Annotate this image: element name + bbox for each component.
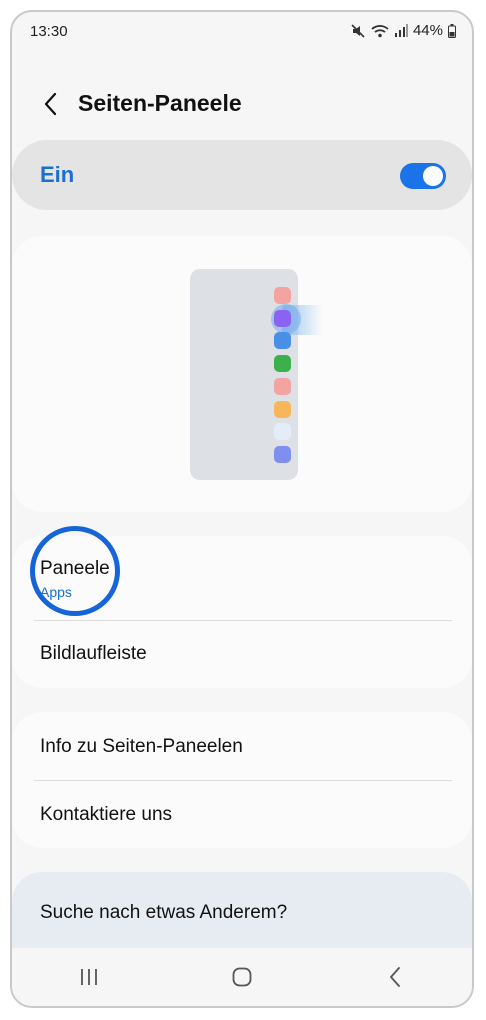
back-button[interactable] — [34, 88, 66, 120]
panels-subtitle: Apps — [40, 584, 72, 600]
contact-row[interactable]: Kontaktiere uns — [12, 781, 472, 848]
nav-back-button[interactable] — [319, 948, 472, 1006]
suggestion-title: Suche nach etwas Anderem? — [40, 902, 288, 923]
about-title: Info zu Seiten-Paneelen — [40, 736, 243, 757]
status-icons: 44% — [350, 22, 456, 39]
contact-title: Kontaktiere uns — [40, 804, 173, 825]
app-dot — [274, 309, 291, 327]
about-row[interactable]: Info zu Seiten-Paneelen — [12, 712, 472, 780]
app-dot — [274, 423, 291, 441]
app-dot — [274, 377, 291, 395]
battery-icon — [448, 23, 456, 38]
illustration-card — [12, 236, 472, 512]
panels-row[interactable]: Paneele Apps — [12, 536, 472, 620]
scrollbar-row[interactable]: Bildlaufleiste — [12, 621, 472, 688]
page-title: Seiten-Paneele — [78, 90, 242, 116]
panels-title: Paneele — [40, 558, 110, 579]
status-bar: 13:30 44% — [12, 12, 472, 52]
app-dot — [274, 355, 291, 373]
chevron-left-icon — [44, 92, 57, 116]
app-dot — [274, 332, 291, 350]
settings-card-panels: Paneele Apps Bildlaufleiste — [12, 536, 472, 688]
recent-apps-icon — [80, 969, 97, 985]
app-dot — [274, 400, 291, 418]
header: Seiten-Paneele — [12, 82, 472, 126]
signal-icon — [394, 23, 408, 38]
wifi-icon — [371, 23, 389, 39]
switch-knob — [423, 166, 443, 186]
phone-frame: 13:30 44% Seiten-Paneele Ein Paneele App… — [10, 10, 474, 1008]
mute-icon — [350, 23, 366, 39]
master-switch[interactable] — [400, 163, 446, 189]
home-button[interactable] — [165, 948, 318, 1006]
back-icon — [390, 967, 401, 987]
master-toggle-label: Ein — [40, 162, 75, 187]
status-time: 13:30 — [30, 23, 68, 40]
settings-card-info: Info zu Seiten-Paneelen Kontaktiere uns — [12, 712, 472, 848]
navigation-bar — [12, 948, 472, 1006]
master-toggle-row[interactable]: Ein — [12, 140, 472, 210]
battery-percent: 44% — [412, 22, 443, 39]
home-icon — [232, 967, 252, 987]
app-dot — [274, 445, 291, 463]
scrollbar-title: Bildlaufleiste — [40, 643, 147, 664]
recent-apps-button[interactable] — [12, 948, 165, 1006]
app-dot — [274, 287, 291, 304]
